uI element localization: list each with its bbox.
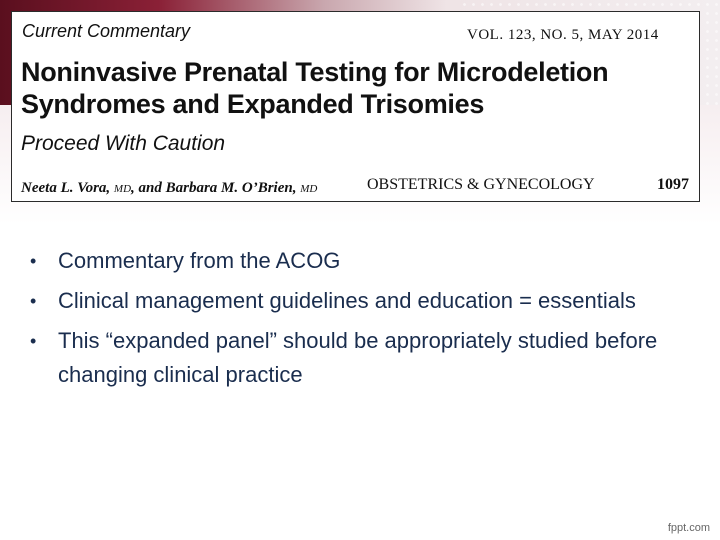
- author-separator: , and Barbara M. O’Brien,: [131, 180, 301, 196]
- article-title-line-2: Syndromes and Expanded Trisomies: [21, 89, 485, 119]
- bullet-list: • Commentary from the ACOG • Clinical ma…: [30, 244, 700, 398]
- watermark: fppt.com: [667, 522, 710, 534]
- bullet-marker: •: [30, 331, 37, 351]
- author-2-degree: MD: [300, 183, 318, 195]
- bullet-marker: •: [30, 291, 37, 311]
- bullet-marker: •: [30, 251, 37, 271]
- article-authors: Neeta L. Vora, MD, and Barbara M. O’Brie…: [21, 180, 317, 197]
- author-1: Neeta L. Vora,: [21, 180, 114, 196]
- volume-issue: VOL. 123, NO. 5, MAY 2014: [467, 27, 659, 43]
- article-header-image: Current Commentary VOL. 123, NO. 5, MAY …: [11, 11, 700, 202]
- journal-name: OBSTETRICS & GYNECOLOGY: [367, 176, 595, 193]
- author-1-degree: MD: [113, 183, 132, 195]
- article-section-label: Current Commentary: [22, 21, 191, 41]
- bullet-item: • Commentary from the ACOG: [30, 244, 700, 278]
- article-title-line-1: Noninvasive Prenatal Testing for Microde…: [21, 57, 609, 87]
- page-number: 1097: [657, 176, 689, 193]
- bullet-item: • This “expanded panel” should be approp…: [30, 324, 700, 392]
- bullet-text: This “expanded panel” should be appropri…: [58, 328, 658, 387]
- bullet-text: Commentary from the ACOG: [58, 248, 341, 273]
- bullet-item: • Clinical management guidelines and edu…: [30, 284, 700, 318]
- article-title: Noninvasive Prenatal Testing for Microde…: [21, 56, 701, 120]
- article-subtitle: Proceed With Caution: [21, 132, 226, 155]
- bullet-text: Clinical management guidelines and educa…: [58, 288, 636, 313]
